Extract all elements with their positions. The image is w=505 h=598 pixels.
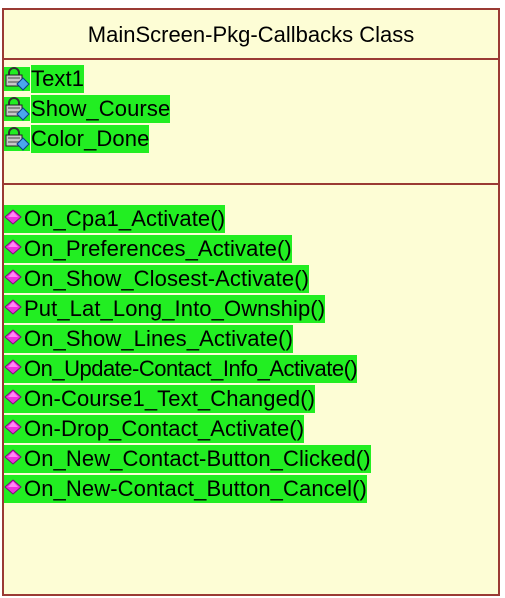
method-name: Put_Lat_Long_Into_Ownship() (24, 296, 326, 321)
attribute-name: Color_Done (31, 125, 150, 153)
method-row[interactable]: On_Show_Lines_Activate() (4, 325, 293, 353)
method-row[interactable]: On_Show_Closest-Activate() (4, 265, 310, 293)
method-row[interactable]: On_Update-Contact_Info_Activate() (4, 355, 358, 383)
attributes-compartment: Text1 Show_Course Color_Done (4, 60, 498, 185)
magenta-diamond-icon (4, 359, 22, 375)
method-name: On_New_Contact-Button_Clicked() (24, 446, 371, 471)
attribute-row[interactable]: Text1 (4, 65, 85, 93)
method-name: On_Show_Lines_Activate() (24, 326, 293, 351)
method-name: On_Show_Closest-Activate() (24, 266, 310, 291)
method-name: On_Preferences_Activate() (24, 236, 292, 261)
method-row[interactable]: On_New_Contact-Button_Clicked() (4, 445, 371, 473)
method-name: On_New-Contact_Button_Cancel() (24, 476, 367, 501)
method-name: On-Course1_Text_Changed() (24, 386, 316, 411)
lock-diamond-icon (4, 127, 30, 151)
method-row[interactable]: On-Course1_Text_Changed() (4, 385, 316, 413)
method-row[interactable]: On-Drop_Contact_Activate() (4, 415, 305, 443)
magenta-diamond-icon (4, 449, 22, 465)
method-name: On_Update-Contact_Info_Activate() (24, 356, 358, 381)
magenta-diamond-icon (4, 269, 22, 285)
method-row[interactable]: On_Cpa1_Activate() (4, 205, 226, 233)
attribute-name: Text1 (31, 65, 85, 93)
magenta-diamond-icon (4, 419, 22, 435)
uml-class-box[interactable]: MainScreen-Pkg-Callbacks Class Text1 Sho… (2, 8, 500, 596)
method-row[interactable]: On_Preferences_Activate() (4, 235, 292, 263)
magenta-diamond-icon (4, 389, 22, 405)
magenta-diamond-icon (4, 479, 22, 495)
attribute-row[interactable]: Color_Done (4, 125, 150, 153)
lock-diamond-icon (4, 67, 30, 91)
class-title: MainScreen-Pkg-Callbacks Class (4, 10, 498, 60)
magenta-diamond-icon (4, 239, 22, 255)
magenta-diamond-icon (4, 329, 22, 345)
operations-compartment: On_Cpa1_Activate() On_Preferences_Activa… (4, 185, 498, 594)
method-name: On-Drop_Contact_Activate() (24, 416, 305, 441)
magenta-diamond-icon (4, 209, 22, 225)
attribute-row[interactable]: Show_Course (4, 95, 171, 123)
method-row[interactable]: Put_Lat_Long_Into_Ownship() (4, 295, 326, 323)
lock-diamond-icon (4, 97, 30, 121)
method-name: On_Cpa1_Activate() (24, 206, 226, 231)
magenta-diamond-icon (4, 299, 22, 315)
attribute-name: Show_Course (31, 95, 171, 123)
method-row[interactable]: On_New-Contact_Button_Cancel() (4, 475, 367, 503)
